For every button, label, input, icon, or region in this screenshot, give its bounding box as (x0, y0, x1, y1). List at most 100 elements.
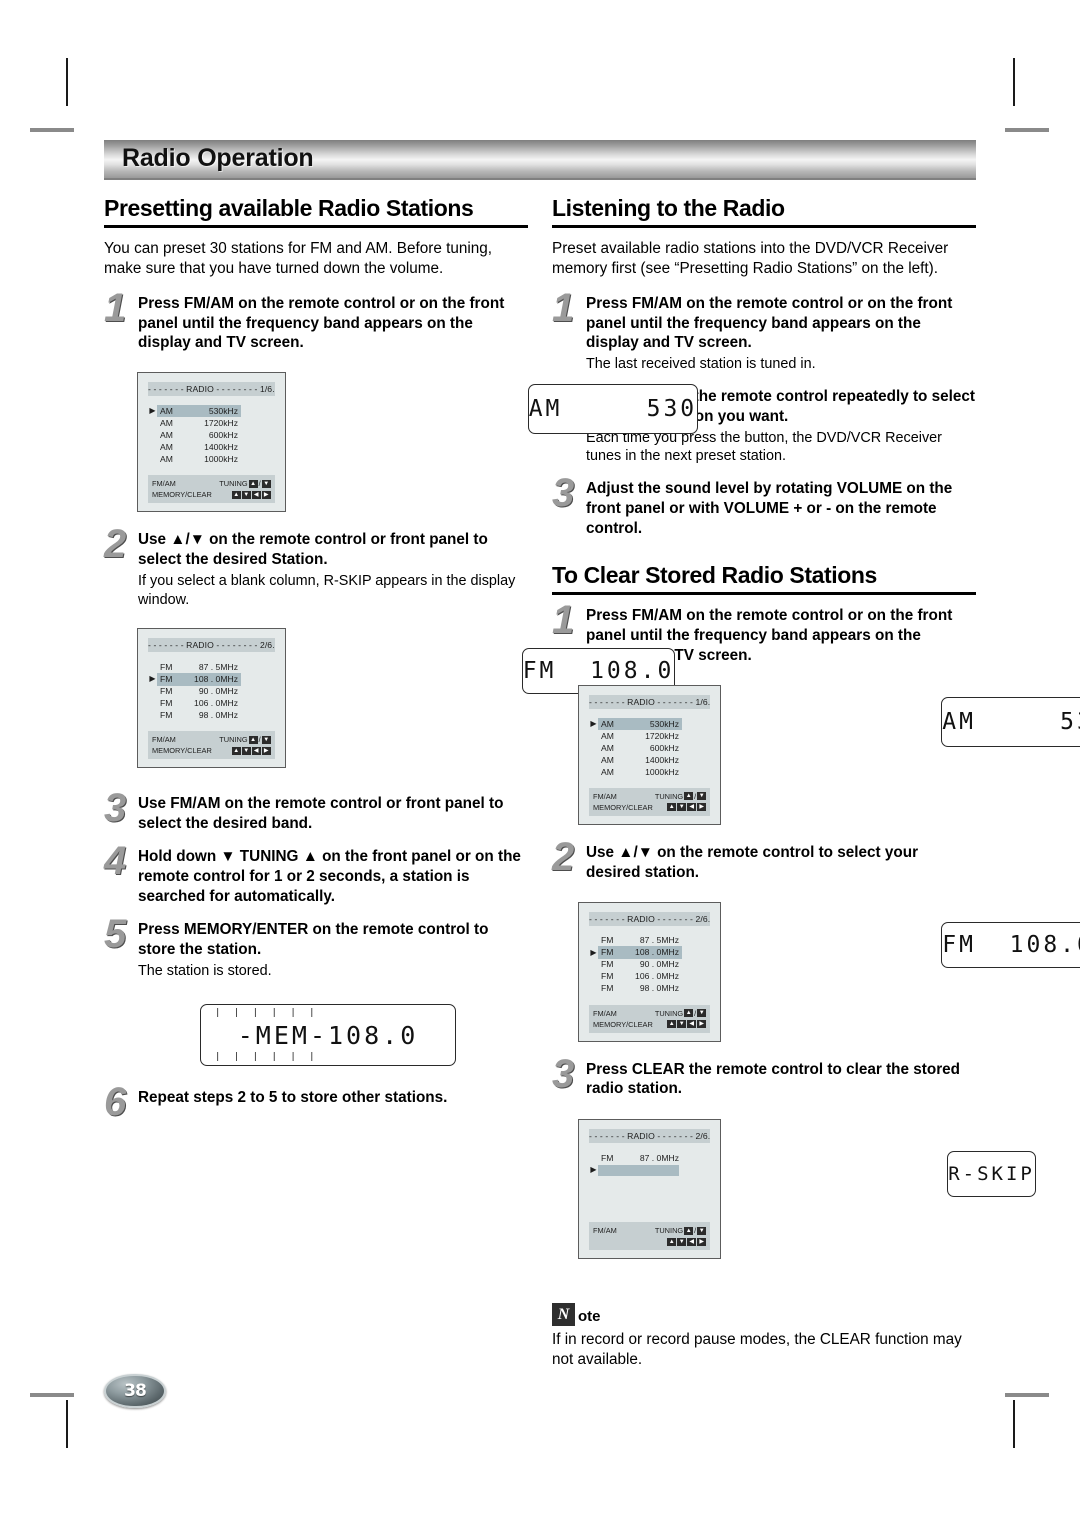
step-body: Press FM/AM on the remote control or on … (138, 294, 528, 354)
osd-list-item[interactable]: FM 98 . 0MHz (589, 983, 710, 995)
chapter-header-bar: Radio Operation (104, 140, 976, 180)
osd-station-list: FM 87 . 5MHz ▶ FM 108 . 0MHz FM 90 . 0MHz (589, 935, 710, 995)
note-text: If in record or record pause modes, the … (552, 1331, 962, 1369)
selection-caret-icon: ▶ (590, 947, 597, 957)
note-label: ote (578, 1308, 601, 1326)
tuning-up-icon[interactable]: ▲ (684, 1009, 694, 1017)
osd-screen-skip: - - - - - - - RADIO - - - - - - - 2/6. F… (578, 1119, 722, 1260)
osd-row-text: AM 600kHz (601, 742, 679, 753)
arrow-left-icon[interactable]: ◀ (687, 1237, 697, 1246)
arrow-right-icon[interactable]: ▶ (697, 1020, 707, 1028)
arrow-down-icon[interactable]: ▼ (677, 1020, 687, 1028)
step-number: 3 (104, 786, 127, 831)
left-column: Presetting available Radio Stations You … (104, 195, 699, 1371)
step-subtext: Each time you press the button, the DVD/… (586, 429, 942, 465)
osd-footer-row-2: MEMORY/CLEAR ▲ ▼ ◀ ▶ (152, 489, 271, 500)
osd-list-item[interactable]: AM 1720kHz (589, 730, 710, 742)
osd-list-item[interactable]: FM 87 . 5MHz (589, 935, 710, 947)
osd-list-item[interactable]: AM 600kHz (148, 429, 275, 441)
step-subtext: The station is stored. (138, 962, 272, 979)
osd-list-item[interactable]: FM 87 . 5MHz (148, 661, 275, 673)
osd-list-item[interactable]: ▶ FM 108 . 0MHz (589, 946, 710, 959)
osd-list-item[interactable]: FM 106 . 0MHz (148, 697, 275, 709)
tuning-keys: TUNING ▲ / ▼ (655, 791, 707, 801)
listening-step-1: 1 Press FM/AM on the remote control or o… (552, 288, 976, 374)
arrow-up-icon[interactable]: ▲ (667, 1020, 677, 1028)
right-column: Listening to the Radio Preset available … (552, 195, 1080, 1371)
osd-list-item[interactable]: FM 87 . 0MHz (589, 1152, 710, 1164)
arrow-up-icon[interactable]: ▲ (667, 803, 677, 812)
osd-list-item[interactable]: FM 90 . 0MHz (589, 959, 710, 971)
arrow-right-icon[interactable]: ▶ (697, 1237, 707, 1246)
step-title: Use FM/AM on the remote control or front… (138, 795, 504, 833)
crop-mark-bottom-right-vertical (1013, 1400, 1015, 1448)
step-body: Press MEMORY/ENTER on the remote control… (138, 920, 528, 980)
fm-am-label: FM/AM (152, 479, 176, 489)
arrow-down-icon[interactable]: ▼ (241, 746, 251, 755)
osd-list-item[interactable]: AM 1000kHz (589, 766, 710, 778)
tuning-label: TUNING (219, 479, 248, 489)
dpad-keys: ▲ ▼ ◀ ▶ (231, 746, 271, 755)
arrow-down-icon[interactable]: ▼ (241, 490, 251, 499)
tuning-down-icon[interactable]: ▼ (261, 735, 271, 744)
osd-row-text: AM 600kHz (160, 430, 238, 441)
osd-list-item[interactable]: AM 1720kHz (148, 417, 275, 429)
step-body: Adjust the sound level by rotating VOLUM… (586, 479, 976, 539)
tuning-up-icon[interactable]: ▲ (248, 479, 258, 488)
osd-list-item-blank[interactable]: ▶ (589, 1164, 710, 1176)
osd-station-list: FM 87 . 5MHz ▶ FM 108 . 0MHz FM 90 . 0MHz (148, 661, 275, 721)
osd-list-item[interactable]: AM 1000kHz (148, 453, 275, 465)
osd-list-item[interactable]: FM 90 . 0MHz (148, 685, 275, 697)
osd-footer-row-2: MEMORY/CLEAR ▲ ▼ ◀ ▶ (593, 802, 707, 813)
step-number: 3 (552, 1051, 575, 1096)
step-body: Hold down ▼ TUNING ▲ on the front panel … (138, 847, 528, 907)
step-4: 4 Hold down ▼ TUNING ▲ on the front pane… (104, 841, 528, 907)
arrow-down-icon[interactable]: ▼ (677, 803, 687, 812)
arrow-up-icon[interactable]: ▲ (667, 1237, 677, 1246)
osd-list-item[interactable]: AM 1400kHz (589, 754, 710, 766)
arrow-left-icon[interactable]: ◀ (251, 490, 261, 499)
osd-list-item[interactable]: AM 600kHz (589, 742, 710, 754)
osd-footer: FM/AM TUNING ▲ / ▼ MEMORY/CLEAR ▲ ▼ ◀ ▶ (589, 1004, 711, 1033)
crop-mark-top-left-horizontal (30, 128, 74, 132)
tuning-keys: TUNING ▲ / ▼ (655, 1226, 707, 1235)
memory-clear-label: MEMORY/CLEAR (152, 746, 212, 756)
osd-footer-row-1: FM/AM TUNING ▲ / ▼ (152, 734, 271, 745)
selection-caret-icon: ▶ (590, 718, 597, 728)
tuning-down-icon[interactable]: ▼ (697, 792, 707, 801)
arrow-right-icon[interactable]: ▶ (697, 803, 707, 812)
heading-presetting: Presetting available Radio Stations (104, 195, 474, 221)
lcd-text: FM 108.0 (942, 931, 1080, 958)
key-separator: / (258, 735, 261, 745)
osd-screen-fm-clear: - - - - - - - RADIO - - - - - - - 2/6. F… (578, 901, 722, 1042)
clear-step-2: 2 Use ▲/▼ on the remote control to selec… (552, 837, 976, 883)
osd-list-item[interactable]: ▶ FM 108 . 0MHz (148, 673, 275, 686)
osd-titlebar: - - - - - - - RADIO - - - - - - - 1/6. (589, 694, 711, 709)
step-title: Press CLEAR the remote control to clear … (586, 1060, 961, 1098)
tuning-up-icon[interactable]: ▲ (684, 792, 694, 801)
tuning-down-icon[interactable]: ▼ (697, 1226, 707, 1235)
tuning-up-icon[interactable]: ▲ (248, 735, 258, 744)
fm-am-label: FM/AM (152, 735, 176, 745)
arrow-right-icon[interactable]: ▶ (261, 746, 271, 755)
step-title: Press FM/AM on the remote control or on … (138, 294, 505, 352)
tuning-down-icon[interactable]: ▼ (697, 1009, 707, 1017)
osd-list-item[interactable]: AM 1400kHz (148, 441, 275, 453)
arrow-left-icon[interactable]: ◀ (687, 1020, 697, 1028)
arrow-down-icon[interactable]: ▼ (677, 1237, 687, 1246)
key-separator: / (694, 791, 697, 801)
arrow-up-icon[interactable]: ▲ (231, 746, 241, 755)
arrow-right-icon[interactable]: ▶ (261, 490, 271, 499)
osd-list-item[interactable]: FM 106 . 0MHz (589, 971, 710, 983)
step-subtext: If you select a blank column, R-SKIP app… (138, 573, 516, 608)
tuning-up-icon[interactable]: ▲ (684, 1226, 694, 1235)
arrow-up-icon[interactable]: ▲ (231, 490, 241, 499)
key-separator: / (694, 1008, 697, 1018)
arrow-left-icon[interactable]: ◀ (251, 746, 261, 755)
osd-list-item[interactable]: ▶ AM 530kHz (148, 405, 275, 418)
osd-list-item[interactable]: FM 98 . 0MHz (148, 709, 275, 721)
tuning-down-icon[interactable]: ▼ (261, 479, 271, 488)
osd-titlebar: - - - - - - - RADIO - - - - - - - - 2/6. (148, 638, 275, 653)
arrow-left-icon[interactable]: ◀ (687, 803, 697, 812)
osd-list-item[interactable]: ▶ AM 530kHz (589, 717, 710, 730)
